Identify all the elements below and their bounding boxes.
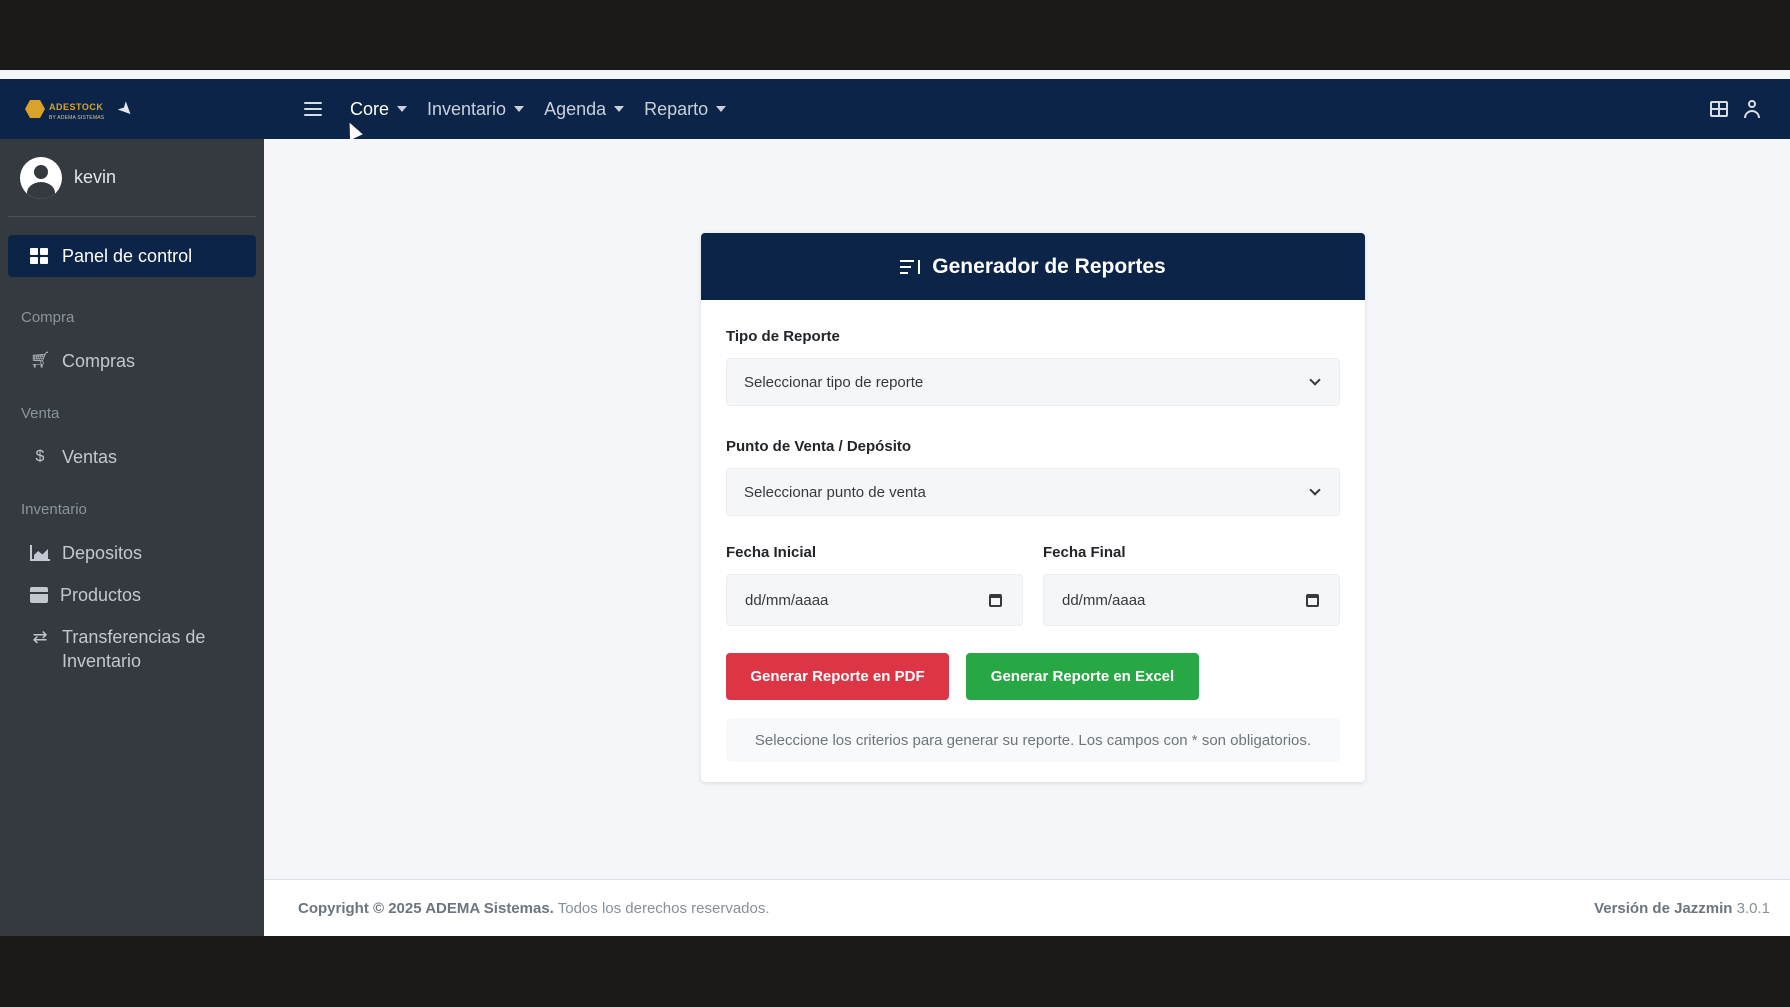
- hamburger-icon[interactable]: [304, 102, 322, 116]
- user-icon[interactable]: [1744, 100, 1760, 118]
- card-header: Generador de Reportes: [701, 233, 1365, 300]
- footer: Copyright © 2025 ADEMA Sistemas. Todos l…: [264, 879, 1790, 936]
- fecha-final-label: Fecha Final: [1043, 544, 1126, 561]
- button-row: Generar Reporte en PDF Generar Reporte e…: [726, 653, 1340, 700]
- calendar-icon[interactable]: [989, 593, 1002, 607]
- apps-grid-icon[interactable]: [1710, 101, 1728, 117]
- card-title: Generador de Reportes: [932, 254, 1166, 278]
- sidebar-item-panel-de-control[interactable]: Panel de control: [8, 235, 256, 277]
- help-text: Seleccione los criterios para generar su…: [726, 718, 1340, 762]
- sidebar-item-label: Panel de control: [62, 245, 193, 266]
- fecha-final-value: dd/mm/aaaa: [1062, 591, 1146, 609]
- brand-logo[interactable]: ADESTOCK BY ADEMA SISTEMAS: [25, 97, 104, 121]
- menu-inventario[interactable]: Inventario: [427, 98, 525, 120]
- sidebar-header-compra: Compra: [21, 309, 75, 326]
- avatar: [20, 156, 62, 199]
- copyright-bold: Copyright © 2025 ADEMA Sistemas.: [298, 899, 554, 917]
- sidebar-item-label: Ventas: [62, 447, 118, 467]
- main-menu: Core Inventario Agenda Reparto: [264, 79, 727, 139]
- menu-inventario-label: Inventario: [427, 98, 507, 119]
- menu-core-label: Core: [350, 98, 390, 119]
- dollar-icon: $: [35, 448, 45, 465]
- card-body: Tipo de Reporte Seleccionar tipo de repo…: [701, 300, 1365, 762]
- date-row: Fecha Inicial dd/mm/aaaa Fecha Final dd/…: [726, 544, 1340, 626]
- fecha-final-group: Fecha Final dd/mm/aaaa: [1043, 544, 1340, 626]
- tipo-reporte-value: Seleccionar tipo de reporte: [744, 373, 924, 391]
- tipo-reporte-label: Tipo de Reporte: [726, 328, 840, 345]
- copyright: Copyright © 2025 ADEMA Sistemas. Todos l…: [298, 900, 770, 917]
- generate-excel-button[interactable]: Generar Reporte en Excel: [966, 653, 1199, 700]
- sidebar-item-label: Compras: [62, 351, 136, 371]
- caret-down-icon: [614, 106, 625, 112]
- menu-reparto-label: Reparto: [644, 98, 709, 119]
- dashboard-icon: [30, 248, 48, 264]
- sort-list-icon: [900, 259, 922, 275]
- fecha-final-input[interactable]: dd/mm/aaaa: [1043, 574, 1340, 626]
- version-number: 3.0.1: [1736, 899, 1770, 917]
- logo-text: ADESTOCK: [49, 102, 104, 112]
- generate-pdf-button[interactable]: Generar Reporte en PDF: [726, 653, 949, 700]
- fecha-inicial-value: dd/mm/aaaa: [745, 591, 829, 609]
- exchange-icon: ⇄: [32, 627, 48, 647]
- sidebar-item-depositos[interactable]: Depositos: [0, 541, 264, 565]
- caret-down-icon: [716, 106, 727, 112]
- version-label: Versión de Jazzmin: [1594, 899, 1733, 917]
- sidebar: kevin Panel de control Compra 🛒︎ Compras…: [0, 139, 264, 936]
- version: Versión de Jazzmin 3.0.1: [1594, 900, 1770, 917]
- top-strip: [0, 70, 1790, 79]
- username: kevin: [74, 167, 117, 187]
- sidebar-item-label: Transferencias de Inventario: [62, 627, 206, 671]
- menu-agenda-label: Agenda: [544, 98, 607, 119]
- rocket-icon: ➤: [113, 96, 139, 122]
- copyright-rest: Todos los derechos reservados.: [557, 899, 770, 917]
- report-generator-card: Generador de Reportes Tipo de Reporte Se…: [701, 233, 1365, 782]
- tipo-reporte-select[interactable]: Seleccionar tipo de reporte: [726, 358, 1340, 406]
- logo-subtext: BY ADEMA SISTEMAS: [49, 115, 105, 121]
- cart-icon: 🛒︎: [30, 352, 51, 369]
- area-chart-icon: [30, 545, 50, 561]
- user-panel[interactable]: kevin: [8, 139, 256, 217]
- sidebar-item-label: Depositos: [62, 543, 143, 563]
- sidebar-item-productos[interactable]: Productos: [0, 583, 264, 607]
- app-window: ADESTOCK BY ADEMA SISTEMAS ➤ Core Invent…: [0, 79, 1790, 936]
- menu-agenda[interactable]: Agenda: [544, 98, 625, 120]
- sidebar-item-label: Productos: [60, 585, 142, 605]
- punto-venta-label: Punto de Venta / Depósito: [726, 438, 912, 455]
- fecha-inicial-label: Fecha Inicial: [726, 544, 817, 561]
- letterbox-top: [0, 0, 1790, 70]
- sidebar-item-transferencias[interactable]: ⇄ Transferencias de Inventario: [0, 625, 264, 673]
- top-navbar: ADESTOCK BY ADEMA SISTEMAS ➤ Core Invent…: [0, 79, 1790, 141]
- sidebar-header-venta: Venta: [21, 405, 60, 422]
- punto-venta-value: Seleccionar punto de venta: [744, 483, 926, 501]
- fecha-inicial-group: Fecha Inicial dd/mm/aaaa: [726, 544, 1023, 626]
- sidebar-header-inventario: Inventario: [21, 501, 87, 518]
- caret-down-icon: [397, 106, 408, 112]
- box-icon: [30, 587, 48, 603]
- sidebar-item-compras[interactable]: 🛒︎ Compras: [0, 349, 264, 373]
- caret-down-icon: [514, 106, 525, 112]
- chevron-down-icon: [1309, 374, 1321, 386]
- navbar-right: [1710, 100, 1790, 118]
- calendar-icon[interactable]: [1306, 593, 1319, 607]
- logo-hex-icon: [25, 100, 45, 118]
- letterbox-bottom: [0, 936, 1790, 1007]
- punto-venta-select[interactable]: Seleccionar punto de venta: [726, 468, 1340, 516]
- sidebar-item-ventas[interactable]: $ Ventas: [0, 445, 264, 469]
- menu-core[interactable]: Core: [350, 98, 408, 120]
- fecha-inicial-input[interactable]: dd/mm/aaaa: [726, 574, 1023, 626]
- brand[interactable]: ADESTOCK BY ADEMA SISTEMAS ➤: [0, 79, 264, 139]
- menu-reparto[interactable]: Reparto: [644, 98, 727, 120]
- chevron-down-icon: [1309, 484, 1321, 496]
